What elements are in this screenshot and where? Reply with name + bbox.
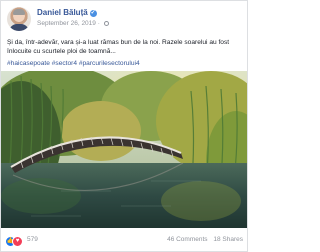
post-photo[interactable] xyxy=(1,71,247,228)
facebook-post: Daniel Băluță ✓ September 26, 2019 · Și d… xyxy=(0,0,248,252)
post-footer: 👍 ♥ 579 46 Comments 18 Shares xyxy=(5,235,243,247)
author-name-link[interactable]: Daniel Băluță ✓ xyxy=(37,8,97,17)
post-stats: 46 Comments 18 Shares xyxy=(163,236,243,243)
verified-badge-icon: ✓ xyxy=(89,10,97,17)
globe-icon xyxy=(103,21,109,26)
post-meta: September 26, 2019 · xyxy=(37,20,109,27)
author-name[interactable]: Daniel Băluță xyxy=(37,8,88,17)
post-caption: Și da, într-adevăr, vara și-a luat rămas… xyxy=(7,39,230,55)
post-header: Daniel Băluță ✓ September 26, 2019 · xyxy=(7,7,241,33)
author-avatar[interactable] xyxy=(7,7,31,31)
reactions-count[interactable]: 579 xyxy=(27,236,38,243)
shares-count-link[interactable]: 18 Shares xyxy=(213,236,243,243)
park-bridge-image xyxy=(1,71,247,228)
post-date[interactable]: September 26, 2019 xyxy=(37,20,96,27)
post-hashtags[interactable]: #haicasepoate #sector4 #parcurilesectoru… xyxy=(7,60,243,67)
comments-count-link[interactable]: 46 Comments xyxy=(167,236,207,243)
love-reaction-icon: ♥ xyxy=(12,236,23,247)
